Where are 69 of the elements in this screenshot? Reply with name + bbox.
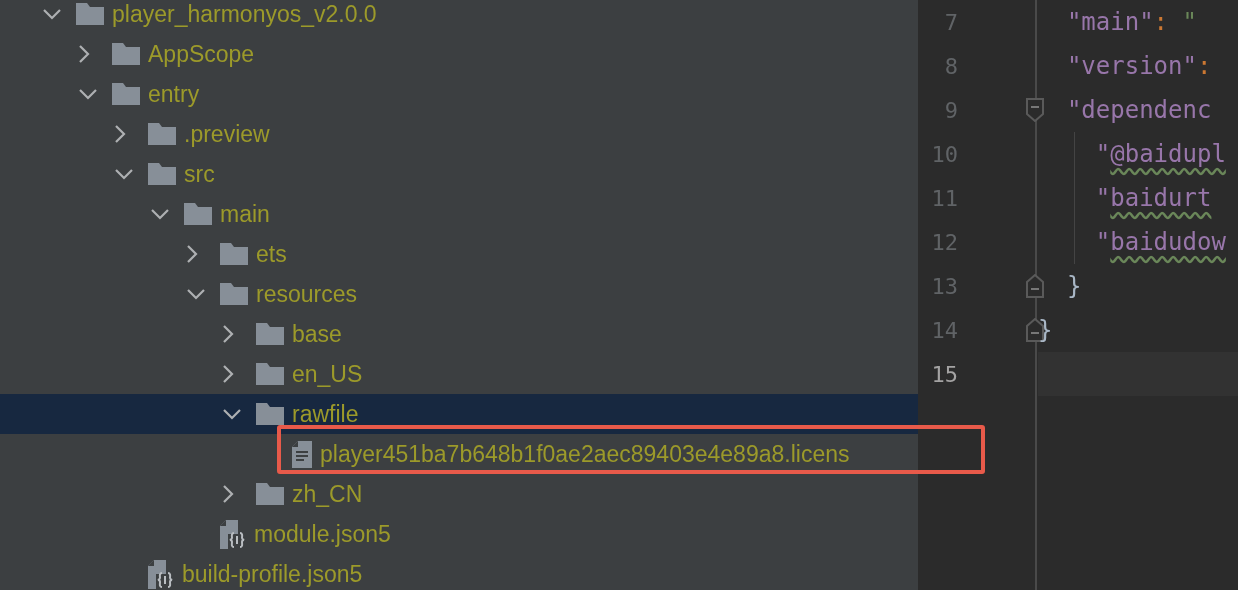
code-token: "dependenc [1065, 96, 1212, 124]
tree-item-label: AppScope [148, 40, 255, 68]
line-number: 10 [930, 141, 958, 167]
line-number: 11 [930, 185, 958, 211]
folder-icon [256, 483, 284, 505]
tree-item-label: module.json5 [254, 520, 391, 548]
tree-item-label: base [292, 320, 342, 348]
tree-item-label: zh_CN [292, 480, 363, 508]
tree-item-label: .preview [184, 120, 270, 148]
tree-item-label: src [184, 160, 215, 188]
tree-item-label: rawfile [292, 400, 359, 428]
code-token: @baidupl [1110, 140, 1226, 168]
code-token: " [1095, 184, 1111, 212]
folder-icon [148, 123, 176, 145]
tree-row[interactable]: rawfile [0, 394, 918, 434]
line-number: 14 [930, 317, 958, 343]
tree-row[interactable]: resources [0, 274, 918, 314]
tree-item-label: build-profile.json5 [182, 560, 363, 588]
folder-icon [148, 163, 176, 185]
line-number: 9 [943, 97, 958, 123]
fold-marker-icon[interactable] [1026, 98, 1044, 122]
code-token: " [1181, 8, 1197, 36]
tree-row[interactable]: en_US [0, 354, 918, 394]
tree-item-label: player451ba7b648b1f0ae2aec89403e4e89a8.licens [320, 440, 850, 468]
folder-icon [256, 363, 284, 385]
tree-row[interactable]: zh_CN [0, 474, 918, 514]
line-number: 7 [943, 9, 958, 35]
tree-item-label: player_harmonyos_v2.0.0 [112, 0, 377, 28]
folder-icon [256, 403, 284, 425]
tree-row[interactable]: src [0, 154, 918, 194]
code-token: " [1095, 140, 1111, 168]
tree-row[interactable]: AppScope [0, 34, 918, 74]
tree-row[interactable]: build-profile.json5 [0, 554, 918, 590]
code-token: " [1095, 228, 1111, 256]
tree-row[interactable]: entry [0, 74, 918, 114]
tree-item-label: en_US [292, 360, 363, 388]
tree-item-label: resources [256, 280, 357, 308]
code-token: : [1153, 8, 1169, 36]
folder-icon [112, 83, 140, 105]
folder-icon [184, 203, 212, 225]
text-file-icon [292, 440, 312, 468]
fold-marker-icon[interactable] [1026, 274, 1044, 298]
folder-icon [256, 323, 284, 345]
code-token: : [1196, 52, 1212, 80]
code-token: baidurt [1110, 184, 1212, 212]
folder-icon [112, 43, 140, 65]
code-token: "main" [1065, 8, 1154, 36]
tree-row[interactable]: player451ba7b648b1f0ae2aec89403e4e89a8.licens [0, 434, 918, 474]
json-file-icon [220, 519, 246, 549]
code-token: } [1065, 272, 1082, 300]
code-token: "version" [1065, 52, 1197, 80]
line-number: 8 [943, 53, 958, 79]
tree-row[interactable]: main [0, 194, 918, 234]
tree-item-label: ets [256, 240, 287, 268]
tree-item-label: main [220, 200, 270, 228]
tree-row[interactable]: module.json5 [0, 514, 918, 554]
tree-row[interactable]: base [0, 314, 918, 354]
code-token: } [1038, 316, 1053, 344]
tree-row[interactable]: ets [0, 234, 918, 274]
tree-item-label: entry [148, 80, 200, 108]
folder-icon [220, 243, 248, 265]
tree-row[interactable]: player_harmonyos_v2.0.0 [0, 0, 918, 34]
tree-row[interactable]: .preview [0, 114, 918, 154]
folder-icon [76, 3, 104, 25]
line-number: 15 [930, 361, 958, 387]
line-number: 13 [930, 273, 958, 299]
code-token: baidudow [1110, 228, 1226, 256]
line-number: 12 [930, 229, 958, 255]
folder-icon [220, 283, 248, 305]
